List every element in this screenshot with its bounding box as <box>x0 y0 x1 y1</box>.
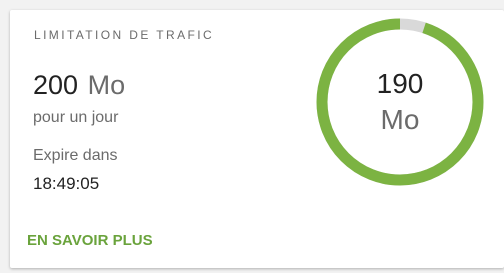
quota-period: pour un jour <box>33 109 119 126</box>
quota-value: 200 <box>33 70 79 100</box>
expire-label: Expire dans <box>33 147 118 164</box>
gauge-remaining-unit: Mo <box>380 104 420 135</box>
gauge-remaining-value: 190 <box>376 68 424 99</box>
gauge-arc-remaining <box>316 18 484 186</box>
expire-countdown: 18:49:05 <box>33 174 100 193</box>
quota-amount: 200 Mo <box>33 70 125 101</box>
remaining-traffic-gauge <box>316 18 484 186</box>
learn-more-link[interactable]: EN SAVOIR PLUS <box>27 232 153 249</box>
card-title: LIMITATION DE TRAFIC <box>34 28 215 42</box>
quota-unit: Mo <box>87 70 126 100</box>
